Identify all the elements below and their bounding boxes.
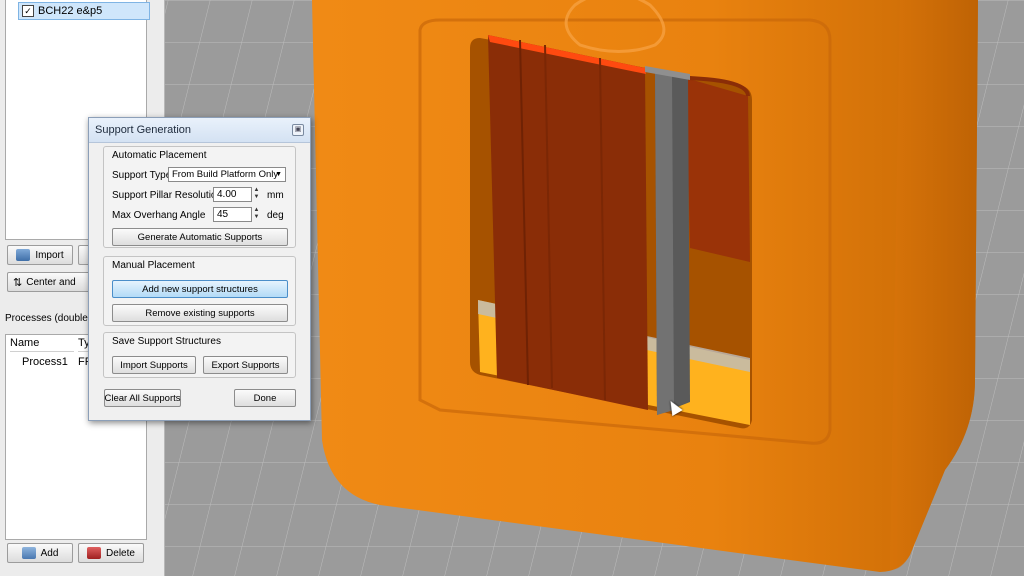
delete-button-label: Delete xyxy=(106,547,135,559)
clear-all-supports-button[interactable]: Clear All Supports xyxy=(104,389,181,407)
center-icon: ⇅ xyxy=(13,276,23,289)
import-button[interactable]: Import xyxy=(7,245,73,265)
model-visibility-checkbox[interactable]: ✓ xyxy=(22,5,34,17)
add-new-support-button[interactable]: Add new support structures xyxy=(112,280,288,298)
automatic-placement-label: Automatic Placement xyxy=(112,150,207,161)
support-type-value: From Build Platform Only xyxy=(172,169,279,180)
support-type-label: Support Type xyxy=(112,170,172,181)
process-row-name[interactable]: Process1 xyxy=(22,356,68,368)
overhang-input[interactable]: 45 xyxy=(213,207,252,222)
add-button-label: Add xyxy=(40,547,59,559)
resolution-stepper-icon[interactable]: ▲ ▼ xyxy=(252,187,261,202)
processes-label: Processes (double-cli xyxy=(5,313,101,324)
delete-button[interactable]: Delete xyxy=(78,543,144,563)
delete-icon xyxy=(87,547,102,559)
import-supports-button[interactable]: Import Supports xyxy=(112,356,196,374)
add-button[interactable]: Add xyxy=(7,543,73,563)
column-header-name[interactable]: Name xyxy=(10,335,74,352)
model-list-item[interactable]: ✓ BCH22 e&p5 xyxy=(18,2,150,20)
import-button-label: Import xyxy=(35,249,64,261)
close-icon[interactable]: ▣ xyxy=(292,124,304,136)
dialog-title: Support Generation xyxy=(95,124,192,136)
save-support-structures-label: Save Support Structures xyxy=(112,336,221,347)
model-item-label: BCH22 e&p5 xyxy=(38,5,103,17)
dialog-titlebar[interactable]: Support Generation ▣ xyxy=(89,118,310,143)
generate-automatic-supports-button[interactable]: Generate Automatic Supports xyxy=(112,228,288,246)
overhang-unit: deg xyxy=(267,210,284,221)
add-icon xyxy=(21,547,36,559)
export-supports-button[interactable]: Export Supports xyxy=(203,356,288,374)
done-button[interactable]: Done xyxy=(234,389,296,407)
remove-existing-supports-button[interactable]: Remove existing supports xyxy=(112,304,288,322)
support-generation-dialog: Support Generation ▣ Automatic Placement… xyxy=(88,117,311,421)
resolution-input[interactable]: 4.00 xyxy=(213,187,252,202)
center-and-button[interactable]: ⇅ Center and xyxy=(7,272,95,292)
resolution-label: Support Pillar Resolution xyxy=(112,190,223,201)
overhang-label: Max Overhang Angle xyxy=(112,210,206,221)
import-icon xyxy=(16,249,31,261)
support-type-select[interactable]: From Build Platform Only ▼ xyxy=(168,167,286,182)
manual-placement-label: Manual Placement xyxy=(112,260,195,271)
chevron-down-icon: ▼ xyxy=(275,171,282,178)
overhang-stepper-icon[interactable]: ▲ ▼ xyxy=(252,207,261,222)
resolution-unit: mm xyxy=(267,190,284,201)
center-button-label: Center and xyxy=(26,276,76,288)
